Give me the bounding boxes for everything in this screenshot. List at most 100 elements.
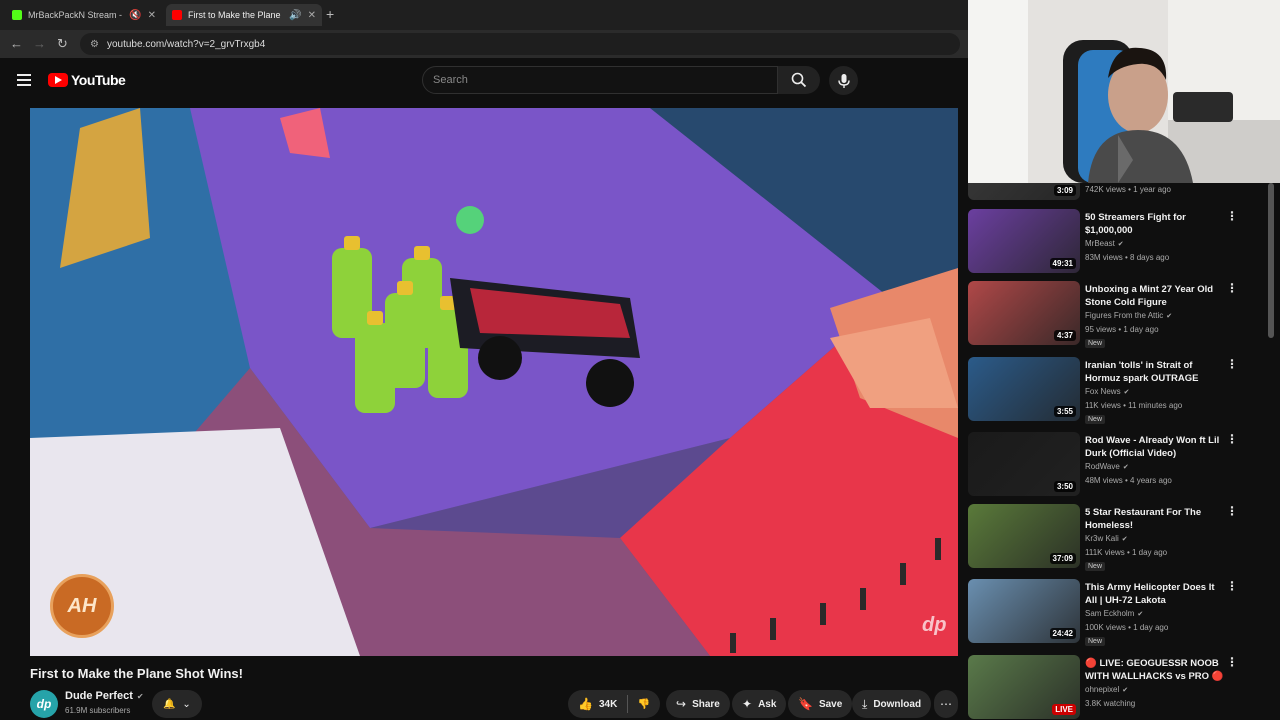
muted-speaker-icon[interactable]: 🔇 [129,10,141,21]
video-thumbnail[interactable]: 4:37 [968,281,1080,345]
share-button[interactable]: ↪ Share [666,690,730,718]
recommendation-channel[interactable]: Sam Eckholm ✔ [1085,609,1143,618]
sidebar-scrollbar[interactable] [1268,183,1274,338]
video-thumbnail[interactable]: LIVE [968,655,1080,719]
chevron-down-icon: ⌄ [182,698,191,710]
browser-tab-bar: MrBackPackN Stream - Wa 🔇 ✕ First to Mak… [0,0,968,30]
notification-bell-button[interactable]: 🔔 ⌄ [152,690,202,718]
recommendation-item[interactable]: 3:50 Rod Wave - Already Won ft Lil Durk (… [968,432,1280,502]
recommendation-channel[interactable]: Figures From the Attic ✔ [1085,311,1172,320]
recommendation-item[interactable]: 4:37 Unboxing a Mint 27 Year Old Stone Co… [968,281,1280,351]
channel-watermark-logo: AH [50,574,114,638]
browser-tab-active[interactable]: First to Make the Plane Sh 🔊 ✕ [166,4,322,26]
brand-watermark: dp [922,614,947,636]
more-options-icon[interactable]: ⋮ [1226,655,1238,669]
more-options-icon[interactable]: ⋮ [1226,281,1238,295]
like-button[interactable]: 👍 34K [568,690,627,718]
video-thumbnail[interactable]: 3:55 [968,357,1080,421]
more-options-icon[interactable]: ⋮ [1226,209,1238,223]
save-button[interactable]: 🔖 Save [788,690,853,718]
more-options-icon[interactable]: ⋮ [1226,504,1238,518]
channel-label: Kr3w Kali [1085,534,1119,543]
recommendation-channel[interactable]: RodWave ✔ [1085,462,1129,471]
channel-avatar[interactable]: dp [30,690,58,718]
more-options-icon[interactable]: ⋮ [1226,432,1238,446]
tab-title: MrBackPackN Stream - Wa [28,10,123,20]
back-icon[interactable]: ← [10,36,23,51]
video-thumbnail[interactable]: 3:50 [968,432,1080,496]
like-dislike-group: 👍 34K 👎 [568,690,660,718]
verified-icon: ✔ [1122,687,1129,694]
channel-label: Sam Eckholm [1085,609,1135,618]
recommendation-item[interactable]: 3:55 Iranian 'tolls' in Strait of Hormuz … [968,357,1280,427]
download-label: Download [873,698,922,710]
channel-name[interactable]: Dude Perfect ✔ [65,690,144,702]
recommendation-channel[interactable]: Fox News ✔ [1085,387,1129,396]
thumbs-up-icon: 👍 [578,697,593,711]
recommendation-item[interactable]: LIVE 🔴 LIVE: GEOGUESSR NOOB WITH WALLHACK… [968,655,1280,720]
close-tab-icon[interactable]: ✕ [148,10,156,21]
search-placeholder: Search [433,74,468,86]
duration-badge: 3:55 [1053,406,1076,417]
more-options-icon[interactable]: ⋮ [1226,357,1238,371]
duration-badge: 3:50 [1053,481,1076,492]
url-field[interactable]: ⚙ youtube.com/watch?v=2_grvTrxgb4 [80,33,960,55]
recommendation-item[interactable]: 37:09 5 Star Restaurant For The Homeless!… [968,504,1280,574]
bookmark-icon: 🔖 [798,697,813,711]
search-input[interactable]: Search [422,66,778,94]
download-button[interactable]: ⤓ Download [852,690,932,718]
recommendation-item[interactable]: 3:09 742K views • 1 year ago [968,183,1280,206]
recommendation-title[interactable]: 🔴 LIVE: GEOGUESSR NOOB WITH WALLHACKS vs… [1085,657,1225,683]
new-tab-button[interactable]: + [326,6,334,22]
more-options-icon[interactable]: ⋮ [1226,579,1238,593]
browser-tab[interactable]: MrBackPackN Stream - Wa 🔇 ✕ [6,4,162,26]
channel-name-link[interactable]: Dude Perfect [65,690,133,702]
recommendation-title[interactable]: 50 Streamers Fight for $1,000,000 [1085,211,1225,237]
new-badge: New [1085,415,1106,424]
recommendation-meta: 111K views • 1 day ago [1085,548,1168,557]
site-info-icon[interactable]: ⚙ [90,39,99,50]
reload-icon[interactable]: ↻ [57,36,68,52]
ask-button[interactable]: ✦ Ask [732,690,787,718]
channel-label: ohnepixel [1085,685,1120,694]
channel-label: RodWave [1085,462,1120,471]
video-thumbnail[interactable]: 24:42 [968,579,1080,643]
recommendation-channel[interactable]: ohnepixel ✔ [1085,685,1128,694]
recommendation-item[interactable]: 49:31 50 Streamers Fight for $1,000,000 Mr… [968,209,1280,279]
hamburger-menu-icon[interactable] [17,74,31,86]
duration-badge: 4:37 [1053,330,1076,341]
youtube-logo[interactable]: YouTube [48,72,126,88]
recommendation-channel[interactable]: MrBeast ✔ [1085,239,1124,248]
recommendation-title[interactable]: Unboxing a Mint 27 Year Old Stone Cold F… [1085,283,1225,309]
recommendation-title[interactable]: Iranian 'tolls' in Strait of Hormuz spar… [1085,359,1225,385]
close-tab-icon[interactable]: ✕ [308,10,316,21]
recommendation-title[interactable]: Rod Wave - Already Won ft Lil Durk (Offi… [1085,434,1225,460]
tab-title: First to Make the Plane Sh [188,10,283,20]
recommendation-item[interactable]: 24:42 This Army Helicopter Does It All | … [968,579,1280,649]
youtube-favicon-icon [172,10,182,20]
search-button[interactable] [778,66,820,94]
recommendation-meta: 742K views • 1 year ago [1085,185,1171,194]
dislike-button[interactable]: 👎 [628,690,660,718]
webcam-overlay [968,0,1280,183]
video-thumbnail[interactable]: 37:09 [968,504,1080,568]
duration-badge: 37:09 [1049,553,1076,564]
forward-icon[interactable]: → [33,36,46,51]
recommendation-channel[interactable]: Kr3w Kali ✔ [1085,534,1128,543]
video-thumbnail[interactable]: 3:09 [968,183,1080,200]
kick-favicon-icon [12,10,22,20]
webcam-feed [968,0,1280,183]
recommendation-meta: 3.8K watching [1085,699,1136,708]
recommendation-title[interactable]: This Army Helicopter Does It All | UH-72… [1085,581,1225,607]
voice-search-button[interactable] [829,66,858,95]
channel-label: MrBeast [1085,239,1115,248]
recommendation-meta: 83M views • 8 days ago [1085,253,1170,262]
video-player[interactable]: AH dp [30,108,958,656]
verified-icon: ✔ [1166,313,1173,320]
speaker-icon[interactable]: 🔊 [289,10,301,21]
recommendation-title[interactable]: 5 Star Restaurant For The Homeless! [1085,506,1225,532]
video-thumbnail[interactable]: 49:31 [968,209,1080,273]
like-count: 34K [598,698,618,710]
duration-badge: 49:31 [1049,258,1076,269]
more-actions-button[interactable]: ⋯ [934,690,958,718]
